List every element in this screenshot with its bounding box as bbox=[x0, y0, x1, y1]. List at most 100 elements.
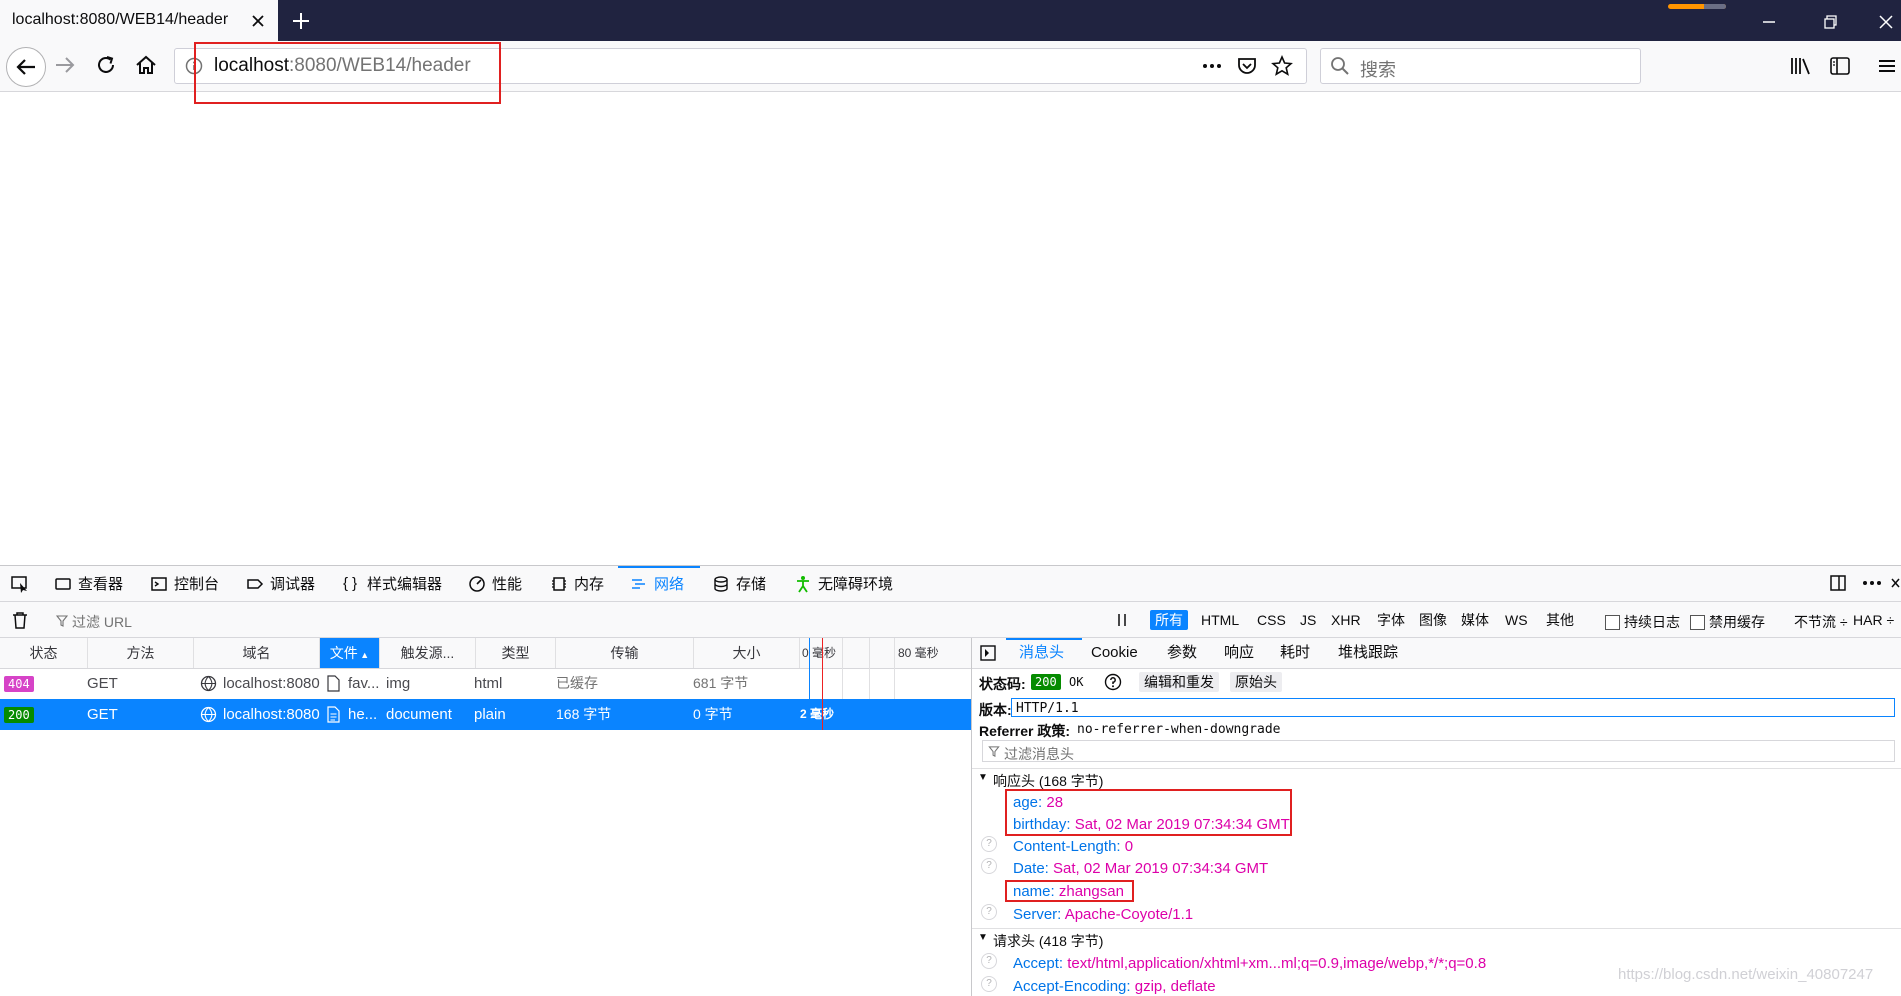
minimize-icon[interactable] bbox=[1757, 10, 1781, 34]
filter-all[interactable]: 所有 bbox=[1150, 610, 1188, 630]
header-help-icon[interactable]: ? bbox=[981, 836, 997, 852]
filter-images[interactable]: 图像 bbox=[1414, 610, 1452, 630]
header-row[interactable]: Accept: text/html,application/xhtml+xm..… bbox=[1013, 955, 1486, 972]
header-value: 0 bbox=[1124, 838, 1134, 855]
storage-icon bbox=[714, 575, 728, 592]
header-row[interactable]: Date: Sat, 02 Mar 2019 07:34:34 GMT bbox=[1013, 860, 1268, 877]
filter-html[interactable]: HTML bbox=[1196, 610, 1244, 630]
devtools-menu-icon[interactable] bbox=[1861, 575, 1883, 591]
expand-arrow-icon[interactable]: ▼ bbox=[978, 772, 988, 783]
filter-xhr[interactable]: XHR bbox=[1326, 610, 1366, 630]
header-help-icon[interactable]: ? bbox=[981, 904, 997, 920]
status-text: OK bbox=[1069, 675, 1084, 689]
tab-style-editor[interactable]: { } 样式编辑器 bbox=[343, 566, 442, 601]
response-headers-title[interactable]: 响应头 (168 字节) bbox=[993, 771, 1103, 791]
network-icon bbox=[632, 578, 645, 589]
inspector-icon bbox=[55, 577, 71, 590]
tab-accessibility[interactable]: 无障碍环境 bbox=[794, 566, 893, 601]
devtools-close-icon[interactable] bbox=[1890, 575, 1901, 591]
header-help-icon[interactable]: ? bbox=[981, 953, 997, 969]
column-file[interactable]: 文件 ▲ bbox=[320, 638, 380, 668]
column-transferred[interactable]: 传输 bbox=[556, 638, 694, 668]
help-icon[interactable] bbox=[1104, 673, 1122, 691]
request-headers-title[interactable]: 请求头 (418 字节) bbox=[993, 931, 1103, 951]
tab-headers[interactable]: 消息头 bbox=[1019, 638, 1064, 668]
tab-performance[interactable]: 性能 bbox=[468, 566, 522, 601]
tab-storage[interactable]: 存储 bbox=[712, 566, 766, 601]
forward-icon[interactable] bbox=[51, 51, 79, 79]
raw-headers-button[interactable]: 原始头 bbox=[1230, 672, 1282, 692]
version-field[interactable] bbox=[1011, 698, 1895, 717]
page-actions-icon[interactable] bbox=[1200, 56, 1224, 76]
column-size[interactable]: 大小 bbox=[694, 638, 800, 668]
header-row[interactable]: Server: Apache-Coyote/1.1 bbox=[1013, 906, 1193, 923]
expand-arrow-icon[interactable]: ▼ bbox=[978, 932, 988, 943]
header-help-icon[interactable]: ? bbox=[981, 976, 997, 992]
tab-params[interactable]: 参数 bbox=[1167, 638, 1197, 668]
tab-cookies[interactable]: Cookie bbox=[1091, 638, 1138, 668]
tab-stack-trace[interactable]: 堆栈跟踪 bbox=[1338, 638, 1398, 668]
tab-storage-label: 存储 bbox=[736, 576, 767, 593]
filter-other[interactable]: 其他 bbox=[1541, 610, 1579, 630]
tab-memory[interactable]: 内存 bbox=[550, 566, 604, 601]
cell-domain: localhost:8080 bbox=[223, 675, 320, 692]
home-icon[interactable] bbox=[132, 51, 160, 79]
column-status[interactable]: 状态 bbox=[0, 638, 88, 668]
persist-logs-label: 持续日志 bbox=[1624, 614, 1680, 630]
filter-js[interactable]: JS bbox=[1295, 610, 1321, 630]
reload-icon[interactable] bbox=[92, 51, 120, 79]
column-cause[interactable]: 触发源... bbox=[380, 638, 476, 668]
section-divider bbox=[972, 928, 1901, 929]
filter-media[interactable]: 媒体 bbox=[1456, 610, 1494, 630]
column-type[interactable]: 类型 bbox=[476, 638, 556, 668]
header-help-icon[interactable]: ? bbox=[981, 858, 997, 874]
tab-timings[interactable]: 耗时 bbox=[1280, 638, 1310, 668]
filter-icon bbox=[56, 615, 68, 627]
header-row[interactable]: Accept-Encoding: gzip, deflate bbox=[1013, 978, 1216, 995]
har-menu[interactable]: HAR ÷ bbox=[1853, 612, 1894, 628]
tab-console[interactable]: 控制台 bbox=[150, 566, 219, 601]
disable-cache-checkbox[interactable]: 禁用缓存 bbox=[1690, 612, 1765, 632]
header-name: Date: bbox=[1013, 860, 1049, 877]
tab-network[interactable]: 网络 bbox=[630, 566, 684, 601]
close-tab-icon[interactable] bbox=[248, 11, 268, 31]
sort-ascending-icon: ▲ bbox=[357, 650, 370, 660]
table-row[interactable]: 404 GET localhost:8080 fav... img html 已… bbox=[0, 668, 971, 700]
pocket-icon[interactable] bbox=[1236, 55, 1258, 77]
memory-icon bbox=[552, 576, 566, 591]
persist-logs-checkbox[interactable]: 持续日志 bbox=[1605, 612, 1680, 632]
header-row[interactable]: Content-Length: 0 bbox=[1013, 838, 1133, 855]
filter-fonts[interactable]: 字体 bbox=[1372, 610, 1410, 630]
browser-tab[interactable]: localhost:8080/WEB14/header bbox=[0, 0, 278, 41]
table-row[interactable]: 200 GET localhost:8080 he... document pl… bbox=[0, 699, 971, 730]
trash-icon[interactable] bbox=[11, 610, 29, 630]
filter-ws[interactable]: WS bbox=[1500, 610, 1533, 630]
filter-headers-input[interactable] bbox=[982, 740, 1895, 762]
pause-icon[interactable] bbox=[1115, 610, 1129, 630]
back-button[interactable] bbox=[6, 47, 46, 87]
new-tab-icon[interactable] bbox=[289, 9, 313, 33]
window-close-icon[interactable] bbox=[1874, 10, 1898, 34]
column-method[interactable]: 方法 bbox=[88, 638, 194, 668]
tab-strip bbox=[0, 0, 1901, 41]
tab-debugger[interactable]: 调试器 bbox=[246, 566, 315, 601]
sidebar-icon[interactable] bbox=[1828, 55, 1852, 77]
panel-splitter[interactable] bbox=[971, 638, 972, 996]
edit-resend-button[interactable]: 编辑和重发 bbox=[1139, 672, 1219, 692]
library-icon[interactable] bbox=[1789, 55, 1813, 77]
tab-inspector[interactable]: 查看器 bbox=[54, 566, 123, 601]
restore-icon[interactable] bbox=[1818, 10, 1842, 34]
bookmark-star-icon[interactable] bbox=[1271, 55, 1293, 77]
cell-size: 681 字节 bbox=[693, 675, 749, 691]
toggle-sidebar-icon[interactable] bbox=[979, 644, 997, 662]
menu-icon[interactable] bbox=[1876, 55, 1898, 77]
filter-css[interactable]: CSS bbox=[1252, 610, 1291, 630]
element-picker-icon[interactable] bbox=[10, 574, 30, 594]
globe-icon bbox=[200, 706, 217, 723]
cell-file: fav... bbox=[348, 675, 380, 692]
tab-response[interactable]: 响应 bbox=[1224, 638, 1254, 668]
throttle-select[interactable]: 不节流 ÷ bbox=[1794, 612, 1848, 632]
column-domain[interactable]: 域名 bbox=[194, 638, 320, 668]
dock-toggle-icon[interactable] bbox=[1828, 573, 1848, 593]
filter-url-input[interactable]: 过滤 URL bbox=[72, 612, 132, 632]
